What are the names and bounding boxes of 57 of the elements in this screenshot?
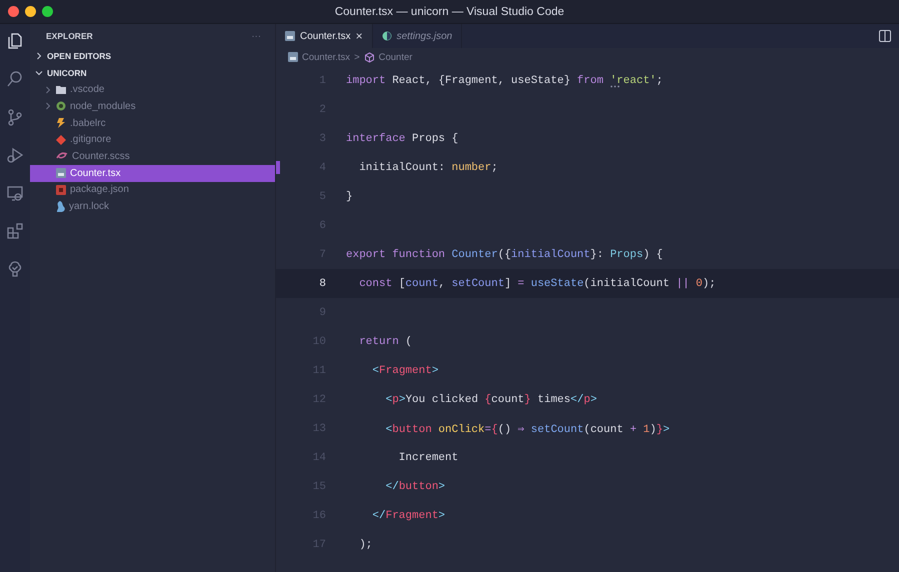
- files-icon[interactable]: [6, 32, 24, 50]
- code-line: </Fragment>: [371, 510, 446, 522]
- file-tree-item[interactable]: .vscode: [30, 81, 275, 98]
- file-badge-icon: [285, 31, 295, 41]
- code-line: import React, {Fragment, useState} from 'react';: [346, 74, 663, 86]
- circle-icon: [56, 101, 66, 112]
- minimize-window-button[interactable]: [25, 6, 36, 17]
- line-number: 8: [318, 278, 327, 290]
- close-tab-button[interactable]: ×: [356, 29, 363, 43]
- breadcrumb-item[interactable]: Counter: [378, 52, 412, 62]
- code-line: Increment: [398, 452, 458, 464]
- code-line: const [count, setCount] = useState(initialCount || 0);: [358, 278, 716, 290]
- monitor-icon[interactable]: [6, 184, 24, 202]
- code-line: );: [358, 538, 372, 550]
- code-line: return (: [358, 336, 412, 348]
- code-line: </button>: [384, 480, 446, 492]
- code-line: interface Props {: [346, 132, 458, 144]
- section-header[interactable]: OPEN EDITORS: [30, 48, 275, 65]
- file-tree-item[interactable]: .babelrc: [30, 114, 275, 132]
- blob-icon: [56, 201, 65, 212]
- code-line: <button onClick={() ⇒ setCount(count + 1)}>: [384, 422, 670, 436]
- file-tree-item[interactable]: node_modules: [30, 98, 275, 115]
- file-badge-icon: [288, 52, 298, 62]
- branch-icon[interactable]: [6, 108, 24, 126]
- breadcrumb-separator: >: [354, 52, 360, 62]
- split-editor-icon[interactable]: [879, 30, 891, 42]
- extensions-icon[interactable]: [6, 222, 24, 240]
- debug-icon[interactable]: [6, 146, 24, 164]
- diamond-icon: [56, 134, 66, 145]
- bolt-icon: [56, 118, 66, 128]
- square-icon: [56, 184, 66, 195]
- maximize-window-button[interactable]: [42, 6, 53, 17]
- breadcrumb-item[interactable]: Counter.tsx: [302, 52, 350, 62]
- section-header[interactable]: UNICORN: [30, 64, 275, 82]
- window-title: Counter.tsx — unicorn — Visual Studio Code: [334, 6, 564, 18]
- folder-icon: [56, 85, 66, 94]
- half-circle-icon: [382, 31, 392, 41]
- editor-tab[interactable]: settings.json: [372, 24, 462, 48]
- more-actions-button[interactable]: ···: [252, 30, 261, 42]
- editor-tab[interactable]: Counter.tsx ×: [276, 24, 373, 48]
- code-line: <p>You clicked {count} times</p>: [384, 394, 597, 406]
- search-icon[interactable]: [6, 70, 24, 88]
- code-line: }: [346, 190, 353, 202]
- file-tree-item[interactable]: Counter.tsx: [30, 164, 275, 182]
- explorer-title: EXPLORER: [46, 31, 93, 41]
- close-window-button[interactable]: [8, 6, 19, 17]
- code-line: export function Counter({initialCount}: Props) {: [346, 248, 663, 260]
- file-tree-item[interactable]: Counter.scss: [30, 148, 275, 165]
- tree-icon[interactable]: [6, 260, 24, 278]
- code-line: <Fragment>: [371, 364, 438, 376]
- code-line: initialCount: number;: [358, 162, 498, 174]
- file-badge-icon: [56, 168, 66, 178]
- squiggle-icon: [56, 151, 68, 162]
- file-tree-item[interactable]: .gitignore: [30, 131, 275, 148]
- file-tree-item[interactable]: package.json: [30, 182, 275, 198]
- cube-icon: [364, 52, 375, 62]
- file-tree-item[interactable]: yarn.lock: [30, 198, 275, 215]
